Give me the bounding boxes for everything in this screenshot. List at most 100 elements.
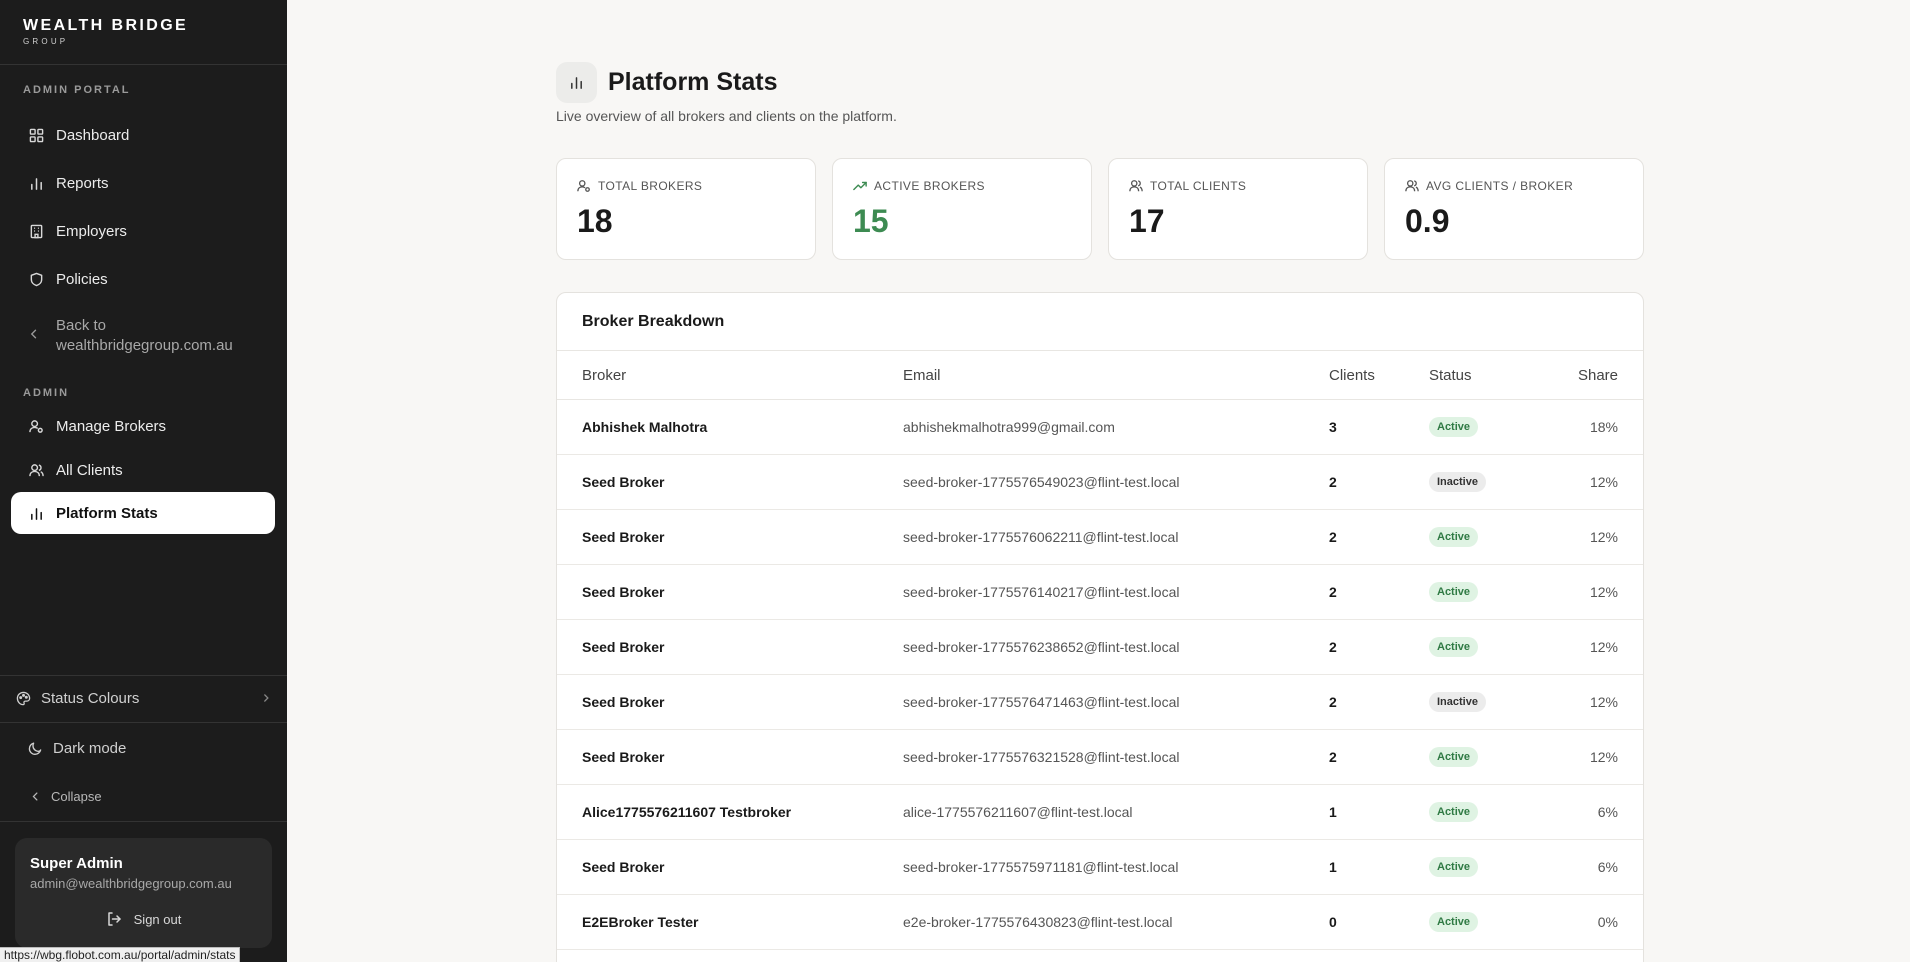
page-title: Platform Stats: [608, 68, 778, 96]
sidebar-item-reports[interactable]: Reports: [11, 162, 275, 204]
client-count: 0: [1329, 914, 1337, 930]
users-icon: [1405, 179, 1426, 193]
sidebar-item-employers[interactable]: Employers: [11, 210, 275, 252]
user-name: Super Admin: [30, 855, 123, 872]
sidebar-item-platform-stats[interactable]: Platform Stats: [11, 492, 275, 534]
page-subtitle: Live overview of all brokers and clients…: [556, 108, 897, 124]
stat-label: ACTIVE BROKERS: [874, 179, 985, 193]
stat-card-total-clients: TOTAL CLIENTS 17: [1108, 158, 1368, 260]
sidebar-item-all-clients[interactable]: All Clients: [11, 449, 275, 491]
table-row[interactable]: Seed Broker seed-broker-1775576321528@fli…: [557, 730, 1643, 785]
broker-email: seed-broker-1775576549023@flint-test.loc…: [903, 474, 1180, 490]
sign-out-label: Sign out: [133, 911, 182, 927]
sidebar-item-label: Policies: [56, 270, 108, 288]
sign-out-button[interactable]: Sign out: [30, 911, 257, 927]
table-body: Abhishek Malhotra abhishekmalhotra999@gma…: [557, 400, 1643, 950]
status-badge: Active: [1429, 417, 1479, 437]
column-header-broker[interactable]: Broker: [582, 351, 626, 399]
table-row[interactable]: E2EBroker Tester e2e-broker-1775576430823…: [557, 895, 1643, 950]
user-cog-icon: [577, 179, 598, 193]
broker-name: Seed Broker: [582, 749, 665, 765]
table-header: Broker Email Clients Status Share: [557, 351, 1643, 400]
palette-icon: [16, 691, 31, 706]
stat-value: 15: [853, 203, 889, 239]
broker-email: e2e-broker-1775576430823@flint-test.loca…: [903, 914, 1173, 930]
broker-email: seed-broker-1775575971181@flint-test.loc…: [903, 859, 1179, 875]
broker-email: seed-broker-1775576471463@flint-test.loc…: [903, 694, 1180, 710]
sidebar-item-policies[interactable]: Policies: [11, 258, 275, 300]
stat-value: 18: [577, 203, 613, 239]
column-header-status[interactable]: Status: [1429, 351, 1472, 399]
status-badge: Active: [1429, 582, 1479, 602]
client-count: 1: [1329, 804, 1337, 820]
chevron-left-icon: [28, 326, 44, 346]
stat-card-total-brokers: TOTAL BROKERS 18: [556, 158, 816, 260]
broker-breakdown-table: Broker Breakdown Broker Email Clients St…: [556, 292, 1644, 962]
broker-name: Abhishek Malhotra: [582, 419, 708, 435]
broker-email: seed-broker-1775576238652@flint-test.loc…: [903, 639, 1180, 655]
status-badge: Inactive: [1429, 472, 1486, 492]
bar-chart-icon: [28, 505, 44, 521]
status-bar-url: https://wbg.flobot.com.au/portal/admin/s…: [0, 947, 241, 962]
table-row[interactable]: Alice1775576211607 Testbroker alice-17755…: [557, 785, 1643, 840]
dark-mode-toggle[interactable]: Dark mode: [0, 728, 287, 768]
column-header-share[interactable]: Share: [1578, 351, 1618, 399]
log-out-icon: [106, 911, 134, 927]
status-badge: Active: [1429, 637, 1479, 657]
bar-chart-icon: [28, 175, 44, 191]
share-percent: 0%: [1597, 914, 1618, 930]
status-cell: Active: [1429, 840, 1479, 894]
page-header: Platform Stats: [556, 62, 777, 103]
client-count: 2: [1329, 639, 1337, 655]
client-count: 2: [1329, 529, 1337, 545]
share-percent: 6%: [1597, 859, 1618, 875]
table-row[interactable]: Seed Broker seed-broker-1775576471463@fli…: [557, 675, 1643, 730]
status-badge: Active: [1429, 747, 1479, 767]
client-count: 2: [1329, 584, 1337, 600]
sidebar-item-manage-brokers[interactable]: Manage Brokers: [11, 405, 275, 447]
divider: [0, 722, 287, 723]
table-row[interactable]: Seed Broker seed-broker-1775575971181@fli…: [557, 840, 1643, 895]
sidebar-item-label: Employers: [56, 222, 127, 240]
status-cell: Active: [1429, 565, 1479, 619]
table-row[interactable]: Seed Broker seed-broker-1775576140217@fli…: [557, 565, 1643, 620]
share-percent: 12%: [1589, 474, 1618, 490]
table-row[interactable]: Seed Broker seed-broker-1775576062211@fli…: [557, 510, 1643, 565]
table-row[interactable]: Seed Broker seed-broker-1775576238652@fli…: [557, 620, 1643, 675]
sidebar-item-label: Manage Brokers: [56, 417, 167, 435]
table-row[interactable]: Seed Broker seed-broker-1775576549023@fli…: [557, 455, 1643, 510]
collapse-button[interactable]: Collapse: [0, 778, 287, 814]
status-cell: Active: [1429, 785, 1479, 839]
broker-email: seed-broker-1775576321528@flint-test.loc…: [903, 749, 1180, 765]
column-header-clients[interactable]: Clients: [1329, 351, 1375, 399]
brand-sub: GROUP: [23, 37, 69, 46]
broker-name: Seed Broker: [582, 639, 665, 655]
client-count: 3: [1329, 419, 1337, 435]
moon-icon: [28, 741, 43, 756]
client-count: 2: [1329, 694, 1337, 710]
table-title: Broker Breakdown: [557, 293, 1643, 351]
share-percent: 12%: [1589, 639, 1618, 655]
status-colours-label: Status Colours: [41, 689, 140, 707]
broker-name: Seed Broker: [582, 529, 665, 545]
back-to-site-link[interactable]: Back to wealthbridgegroup.com.au: [11, 316, 275, 356]
table-row[interactable]: Abhishek Malhotra abhishekmalhotra999@gma…: [557, 400, 1643, 455]
sidebar-item-dashboard[interactable]: Dashboard: [11, 114, 275, 156]
client-count: 2: [1329, 474, 1337, 490]
brand-logo[interactable]: WEALTH BRIDGE GROUP: [0, 0, 287, 65]
broker-name: Seed Broker: [582, 474, 665, 490]
column-header-email[interactable]: Email: [903, 351, 941, 399]
share-percent: 12%: [1589, 694, 1618, 710]
status-colours-button[interactable]: Status Colours: [0, 677, 287, 719]
broker-name: E2EBroker Tester: [582, 914, 699, 930]
broker-email: abhishekmalhotra999@gmail.com: [903, 419, 1115, 435]
sidebar-item-label: Platform Stats: [56, 504, 158, 522]
chevron-right-icon: [261, 690, 271, 707]
client-count: 1: [1329, 859, 1337, 875]
building-icon: [28, 223, 44, 239]
status-cell: Active: [1429, 620, 1479, 674]
stat-label: AVG CLIENTS / BROKER: [1426, 179, 1574, 193]
broker-name: Seed Broker: [582, 584, 665, 600]
broker-name: Seed Broker: [582, 694, 665, 710]
client-count: 2: [1329, 749, 1337, 765]
